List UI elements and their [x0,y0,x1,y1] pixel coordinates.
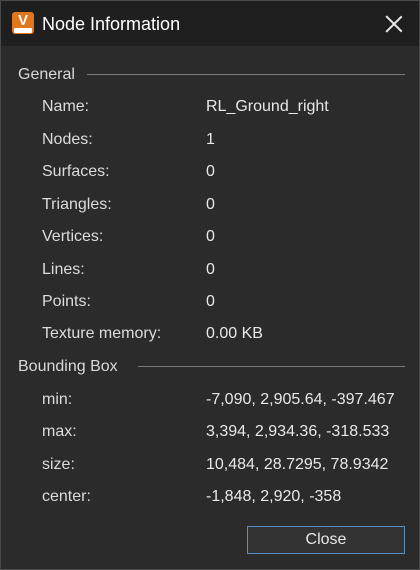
info-row-lines: Lines: 0 [1,258,419,282]
general-group-header: General [18,66,75,83]
points-value: 0 [206,293,215,310]
info-row-surfaces: Surfaces: 0 [1,160,419,184]
surfaces-value: 0 [206,163,215,180]
info-row-nodes: Nodes: 1 [1,128,419,152]
texture-memory-value: 0.00 KB [206,325,263,342]
vertices-label: Vertices: [42,228,104,245]
bbox-center-value: -1,848, 2,920, -358 [206,488,342,505]
name-label: Name: [42,98,90,115]
close-icon[interactable] [383,13,405,35]
bbox-min-label: min: [42,391,73,408]
app-icon-badge [14,28,32,33]
general-group-divider [87,74,405,75]
texture-memory-label: Texture memory: [42,325,162,342]
bbox-center-label: center: [42,488,91,505]
triangles-value: 0 [206,196,215,213]
info-row-triangles: Triangles: 0 [1,193,419,217]
window-title: Node Information [42,14,181,34]
info-row-name: Name: RL_Ground_right [1,95,419,119]
app-icon-letter: V [17,12,28,29]
bbox-min-value: -7,090, 2,905.64, -397.467 [206,391,395,408]
bounding-box-group-header: Bounding Box [18,358,118,375]
vertices-value: 0 [206,228,215,245]
points-label: Points: [42,293,91,310]
triangles-label: Triangles: [42,196,112,213]
nodes-label: Nodes: [42,131,93,148]
bounding-box-group-divider [138,366,405,367]
info-row-vertices: Vertices: 0 [1,225,419,249]
bbox-row-size: size: 10,484, 28.7295, 78.9342 [1,453,419,477]
bbox-size-value: 10,484, 28.7295, 78.9342 [206,456,389,473]
surfaces-label: Surfaces: [42,163,110,180]
bbox-row-center: center: -1,848, 2,920, -358 [1,485,419,509]
name-value: RL_Ground_right [206,98,329,115]
bbox-row-max: max: 3,394, 2,934.36, -318.533 [1,420,419,444]
lines-label: Lines: [42,261,85,278]
info-row-points: Points: 0 [1,290,419,314]
bbox-max-value: 3,394, 2,934.36, -318.533 [206,423,390,440]
bbox-max-label: max: [42,423,77,440]
vred-pro-app-icon: V [12,12,34,34]
info-row-texture-memory: Texture memory: 0.00 KB [1,322,419,346]
bbox-size-label: size: [42,456,75,473]
title-bar[interactable]: V Node Information [1,1,419,46]
close-button[interactable]: Close [247,526,405,554]
node-information-dialog: V Node Information General Name: RL_Grou… [0,0,420,570]
nodes-value: 1 [206,131,215,148]
lines-value: 0 [206,261,215,278]
bbox-row-min: min: -7,090, 2,905.64, -397.467 [1,388,419,412]
